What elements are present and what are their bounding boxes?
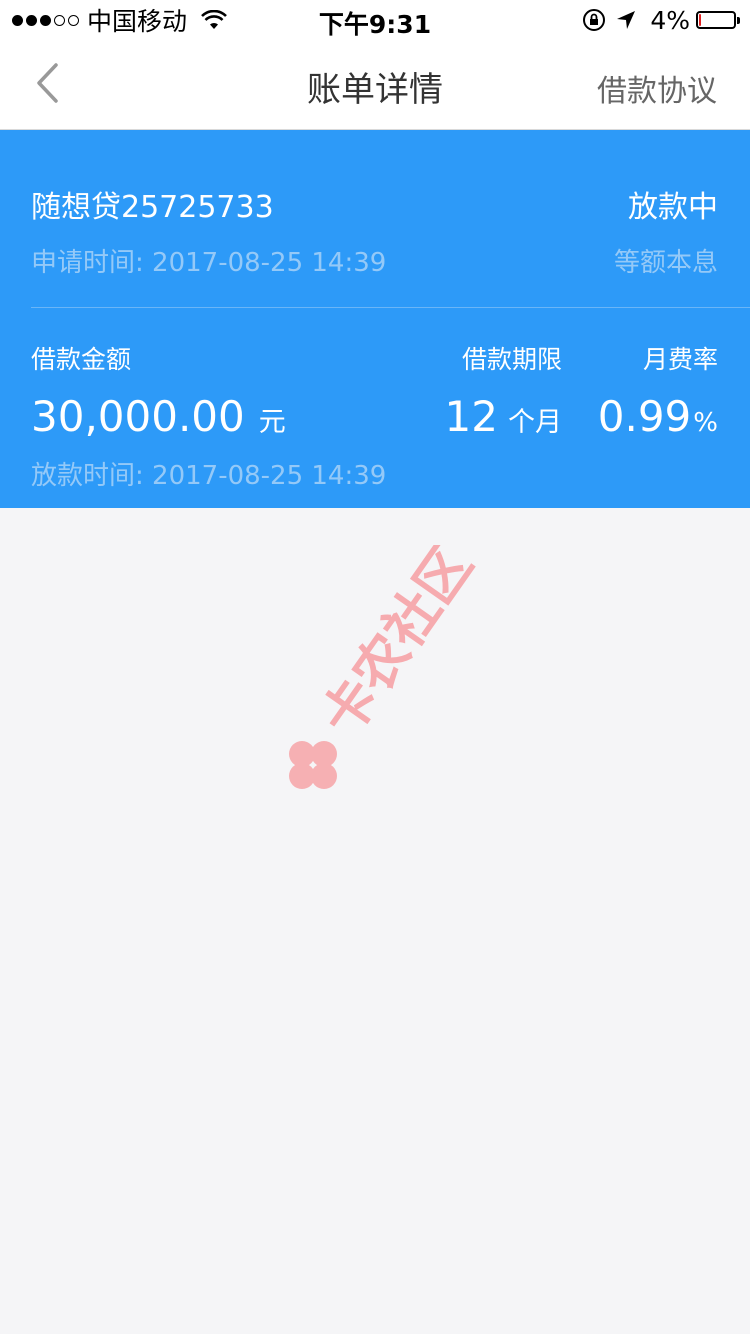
loan-amount-unit: 元	[258, 407, 286, 438]
loan-term-value: 12	[444, 392, 498, 441]
navigation-bar: 账单详情 借款协议	[0, 40, 750, 130]
watermark-text: 卡农社区	[309, 545, 484, 747]
monthly-rate-value: 0.99	[597, 392, 692, 441]
watermark-logo: 卡农社区	[289, 545, 485, 789]
status-right: 4%	[582, 5, 740, 35]
loan-amount-value: 30,000.00	[31, 392, 245, 441]
loan-summary-card: 随想贷25725733 放款中 申请时间: 2017-08-25 14:39 等…	[0, 130, 750, 508]
location-arrow-icon	[617, 11, 636, 29]
repayment-method: 等额本息	[613, 248, 718, 278]
disbursement-time: 放款时间: 2017-08-25 14:39	[31, 461, 387, 491]
loan-status: 放款中	[628, 190, 718, 225]
loan-amount-label: 借款金额	[31, 345, 132, 374]
rotation-lock-icon	[583, 9, 606, 31]
loan-term-label: 借款期限	[461, 345, 562, 374]
monthly-rate-label: 月费率	[642, 345, 718, 374]
status-bar: 中国移动 下午9:31 4%	[0, 0, 750, 40]
loan-term-unit: 个月	[508, 407, 562, 438]
card-divider	[31, 307, 750, 308]
loan-amount: 30,000.00 元	[31, 392, 286, 441]
loan-product-name: 随想贷25725733	[31, 190, 274, 225]
battery-cap	[737, 17, 740, 24]
loan-term: 12 个月	[445, 392, 562, 441]
battery-percentage: 4%	[650, 5, 690, 35]
monthly-rate-unit: %	[693, 408, 718, 438]
apply-time: 申请时间: 2017-08-25 14:39	[31, 248, 387, 278]
battery-level-fill	[699, 14, 701, 26]
monthly-rate: 0.99 %	[598, 392, 718, 441]
battery-icon	[696, 11, 740, 29]
loan-agreement-link[interactable]: 借款协议	[597, 66, 717, 110]
